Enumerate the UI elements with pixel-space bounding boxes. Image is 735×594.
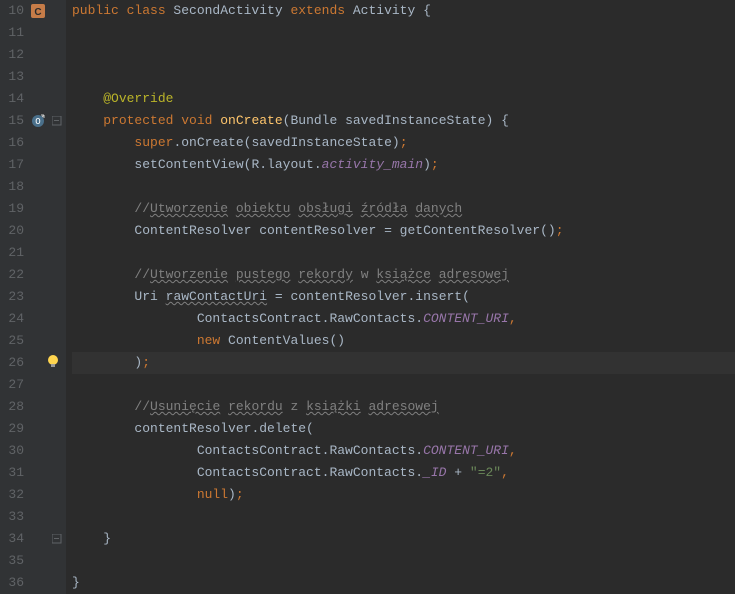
line-number[interactable]: 24: [0, 308, 24, 330]
code-line[interactable]: //Usunięcie rekordu z książki adresowej: [72, 396, 735, 418]
override-icon[interactable]: O: [30, 113, 46, 129]
line-number[interactable]: 21: [0, 242, 24, 264]
line-number[interactable]: 35: [0, 550, 24, 572]
line-number[interactable]: 26: [0, 352, 24, 374]
code-editor[interactable]: 10 11 12 13 14 15 16 17 18 19 20 21 22 2…: [0, 0, 735, 594]
line-number[interactable]: 30: [0, 440, 24, 462]
code-line[interactable]: [72, 550, 735, 572]
bulb-icon[interactable]: [46, 354, 62, 370]
code-line[interactable]: Uri rawContactUri = contentResolver.inse…: [72, 286, 735, 308]
code-line[interactable]: );: [72, 352, 735, 374]
code-line[interactable]: ContentResolver contentResolver = getCon…: [72, 220, 735, 242]
code-line[interactable]: }: [72, 528, 735, 550]
gutter: 10 11 12 13 14 15 16 17 18 19 20 21 22 2…: [0, 0, 66, 594]
line-number[interactable]: 12: [0, 44, 24, 66]
line-number[interactable]: 20: [0, 220, 24, 242]
line-number[interactable]: 11: [0, 22, 24, 44]
line-number[interactable]: 25: [0, 330, 24, 352]
code-line[interactable]: [72, 22, 735, 44]
line-numbers: 10 11 12 13 14 15 16 17 18 19 20 21 22 2…: [0, 0, 30, 594]
svg-text:O: O: [35, 117, 40, 127]
class-icon[interactable]: C: [30, 3, 46, 19]
line-number[interactable]: 28: [0, 396, 24, 418]
code-line[interactable]: contentResolver.delete(: [72, 418, 735, 440]
code-line[interactable]: new ContentValues(): [72, 330, 735, 352]
code-line[interactable]: }: [72, 572, 735, 594]
code-line[interactable]: ContactsContract.RawContacts.CONTENT_URI…: [72, 440, 735, 462]
code-line[interactable]: [72, 176, 735, 198]
code-line[interactable]: //Utworzenie pustego rekordy w książce a…: [72, 264, 735, 286]
line-number[interactable]: 19: [0, 198, 24, 220]
line-number[interactable]: 17: [0, 154, 24, 176]
fold-icon[interactable]: [52, 533, 68, 549]
line-number[interactable]: 34: [0, 528, 24, 550]
code-line[interactable]: super.onCreate(savedInstanceState);: [72, 132, 735, 154]
code-line[interactable]: [72, 44, 735, 66]
code-line[interactable]: [72, 374, 735, 396]
fold-icon[interactable]: [52, 115, 68, 131]
code-line[interactable]: null);: [72, 484, 735, 506]
line-number[interactable]: 10: [0, 0, 24, 22]
code-line[interactable]: ContactsContract.RawContacts._ID + "=2",: [72, 462, 735, 484]
code-line[interactable]: [72, 506, 735, 528]
svg-text:C: C: [34, 7, 41, 18]
line-number[interactable]: 33: [0, 506, 24, 528]
line-number[interactable]: 29: [0, 418, 24, 440]
line-number[interactable]: 16: [0, 132, 24, 154]
line-number[interactable]: 31: [0, 462, 24, 484]
line-number[interactable]: 32: [0, 484, 24, 506]
line-number[interactable]: 14: [0, 88, 24, 110]
code-area[interactable]: public class SecondActivity extends Acti…: [66, 0, 735, 594]
code-line[interactable]: @Override: [72, 88, 735, 110]
line-number[interactable]: 13: [0, 66, 24, 88]
code-line[interactable]: setContentView(R.layout.activity_main);: [72, 154, 735, 176]
line-number[interactable]: 36: [0, 572, 24, 594]
code-line[interactable]: [72, 66, 735, 88]
gutter-icons: C O: [30, 0, 66, 594]
line-number[interactable]: 23: [0, 286, 24, 308]
code-line[interactable]: ContactsContract.RawContacts.CONTENT_URI…: [72, 308, 735, 330]
code-line[interactable]: public class SecondActivity extends Acti…: [72, 0, 735, 22]
code-line[interactable]: protected void onCreate(Bundle savedInst…: [72, 110, 735, 132]
code-line[interactable]: [72, 242, 735, 264]
line-number[interactable]: 18: [0, 176, 24, 198]
line-number[interactable]: 22: [0, 264, 24, 286]
code-line[interactable]: //Utworzenie obiektu obsługi źródła dany…: [72, 198, 735, 220]
line-number[interactable]: 15: [0, 110, 24, 132]
line-number[interactable]: 27: [0, 374, 24, 396]
